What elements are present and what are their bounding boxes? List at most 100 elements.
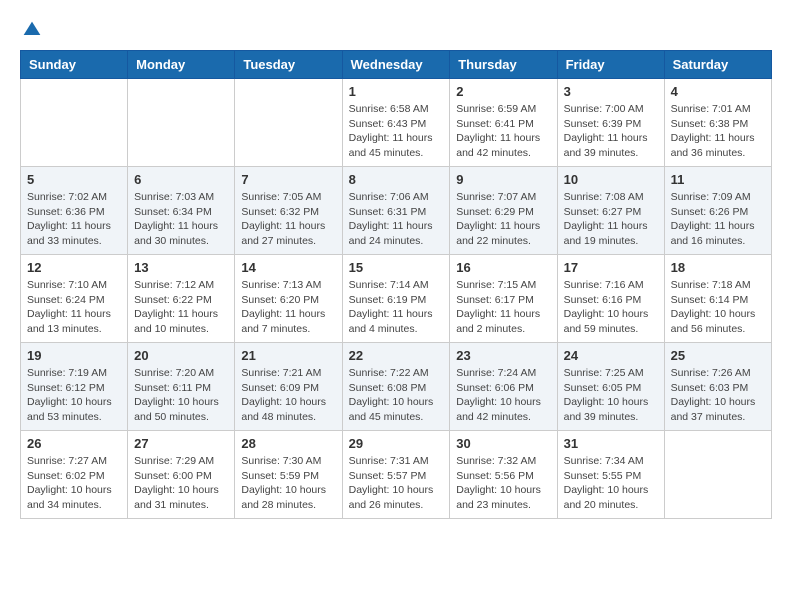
day-number: 15 bbox=[349, 260, 444, 275]
calendar-cell: 31 Sunrise: 7:34 AMSunset: 5:55 PMDayligh… bbox=[557, 431, 664, 519]
day-number: 9 bbox=[456, 172, 550, 187]
day-number: 3 bbox=[564, 84, 658, 99]
day-number: 21 bbox=[241, 348, 335, 363]
week-row-3: 12Sunrise: 7:10 AMSunset: 6:24 PMDayligh… bbox=[21, 255, 772, 343]
day-number: 30 bbox=[456, 436, 550, 451]
day-info: Sunrise: 7:24 AMSunset: 6:06 PMDaylight:… bbox=[456, 366, 550, 425]
calendar-cell: 22 Sunrise: 7:22 AMSunset: 6:08 PMDayligh… bbox=[342, 343, 450, 431]
calendar-cell: 24Sunrise: 7:25 AMSunset: 6:05 PMDayligh… bbox=[557, 343, 664, 431]
header-day-sunday: Sunday bbox=[21, 51, 128, 79]
day-number: 5 bbox=[27, 172, 121, 187]
calendar-cell bbox=[235, 79, 342, 167]
day-info: Sunrise: 6:59 AMSunset: 6:41 PMDaylight:… bbox=[456, 102, 550, 161]
calendar-cell: 12Sunrise: 7:10 AMSunset: 6:24 PMDayligh… bbox=[21, 255, 128, 343]
day-info: Sunrise: 7:32 AMSunset: 5:56 PMDaylight:… bbox=[456, 454, 550, 513]
calendar-cell: 3 Sunrise: 7:00 AMSunset: 6:39 PMDaylight… bbox=[557, 79, 664, 167]
calendar-cell: 26Sunrise: 7:27 AMSunset: 6:02 PMDayligh… bbox=[21, 431, 128, 519]
week-row-1: 1 Sunrise: 6:58 AMSunset: 6:43 PMDaylight… bbox=[21, 79, 772, 167]
day-number: 10 bbox=[564, 172, 658, 187]
day-info: Sunrise: 7:18 AMSunset: 6:14 PMDaylight:… bbox=[671, 278, 765, 337]
day-info: Sunrise: 7:07 AMSunset: 6:29 PMDaylight:… bbox=[456, 190, 550, 249]
calendar-cell: 30 Sunrise: 7:32 AMSunset: 5:56 PMDayligh… bbox=[450, 431, 557, 519]
calendar-cell: 5Sunrise: 7:02 AMSunset: 6:36 PMDaylight… bbox=[21, 167, 128, 255]
day-info: Sunrise: 7:26 AMSunset: 6:03 PMDaylight:… bbox=[671, 366, 765, 425]
day-number: 20 bbox=[134, 348, 228, 363]
day-info: Sunrise: 7:06 AMSunset: 6:31 PMDaylight:… bbox=[349, 190, 444, 249]
calendar-cell: 8 Sunrise: 7:06 AMSunset: 6:31 PMDaylight… bbox=[342, 167, 450, 255]
header-day-wednesday: Wednesday bbox=[342, 51, 450, 79]
logo bbox=[20, 20, 42, 40]
calendar-cell: 13Sunrise: 7:12 AMSunset: 6:22 PMDayligh… bbox=[128, 255, 235, 343]
day-number: 8 bbox=[349, 172, 444, 187]
calendar-cell: 18 Sunrise: 7:18 AMSunset: 6:14 PMDayligh… bbox=[664, 255, 771, 343]
day-number: 11 bbox=[671, 172, 765, 187]
calendar-cell bbox=[128, 79, 235, 167]
day-number: 16 bbox=[456, 260, 550, 275]
day-info: Sunrise: 7:01 AMSunset: 6:38 PMDaylight:… bbox=[671, 102, 765, 161]
day-info: Sunrise: 7:22 AMSunset: 6:08 PMDaylight:… bbox=[349, 366, 444, 425]
calendar-cell: 29Sunrise: 7:31 AMSunset: 5:57 PMDayligh… bbox=[342, 431, 450, 519]
calendar-cell: 6 Sunrise: 7:03 AMSunset: 6:34 PMDaylight… bbox=[128, 167, 235, 255]
day-number: 31 bbox=[564, 436, 658, 451]
header-row: SundayMondayTuesdayWednesdayThursdayFrid… bbox=[21, 51, 772, 79]
day-info: Sunrise: 7:13 AMSunset: 6:20 PMDaylight:… bbox=[241, 278, 335, 337]
day-number: 13 bbox=[134, 260, 228, 275]
day-info: Sunrise: 7:16 AMSunset: 6:16 PMDaylight:… bbox=[564, 278, 658, 337]
calendar-cell: 2 Sunrise: 6:59 AMSunset: 6:41 PMDaylight… bbox=[450, 79, 557, 167]
week-row-5: 26Sunrise: 7:27 AMSunset: 6:02 PMDayligh… bbox=[21, 431, 772, 519]
calendar-cell: 7 Sunrise: 7:05 AMSunset: 6:32 PMDaylight… bbox=[235, 167, 342, 255]
week-row-4: 19 Sunrise: 7:19 AMSunset: 6:12 PMDayligh… bbox=[21, 343, 772, 431]
day-info: Sunrise: 7:29 AMSunset: 6:00 PMDaylight:… bbox=[134, 454, 228, 513]
calendar-cell: 16 Sunrise: 7:15 AMSunset: 6:17 PMDayligh… bbox=[450, 255, 557, 343]
day-number: 27 bbox=[134, 436, 228, 451]
header-day-thursday: Thursday bbox=[450, 51, 557, 79]
calendar-cell: 23 Sunrise: 7:24 AMSunset: 6:06 PMDayligh… bbox=[450, 343, 557, 431]
day-info: Sunrise: 7:20 AMSunset: 6:11 PMDaylight:… bbox=[134, 366, 228, 425]
header-day-saturday: Saturday bbox=[664, 51, 771, 79]
day-number: 23 bbox=[456, 348, 550, 363]
day-number: 2 bbox=[456, 84, 550, 99]
day-number: 6 bbox=[134, 172, 228, 187]
day-number: 29 bbox=[349, 436, 444, 451]
day-info: Sunrise: 7:34 AMSunset: 5:55 PMDaylight:… bbox=[564, 454, 658, 513]
day-number: 4 bbox=[671, 84, 765, 99]
day-info: Sunrise: 7:21 AMSunset: 6:09 PMDaylight:… bbox=[241, 366, 335, 425]
day-number: 22 bbox=[349, 348, 444, 363]
day-number: 26 bbox=[27, 436, 121, 451]
day-number: 7 bbox=[241, 172, 335, 187]
calendar-cell: 4 Sunrise: 7:01 AMSunset: 6:38 PMDaylight… bbox=[664, 79, 771, 167]
header-day-tuesday: Tuesday bbox=[235, 51, 342, 79]
day-info: Sunrise: 7:09 AMSunset: 6:26 PMDaylight:… bbox=[671, 190, 765, 249]
day-info: Sunrise: 7:30 AMSunset: 5:59 PMDaylight:… bbox=[241, 454, 335, 513]
day-info: Sunrise: 6:58 AMSunset: 6:43 PMDaylight:… bbox=[349, 102, 444, 161]
day-number: 1 bbox=[349, 84, 444, 99]
day-info: Sunrise: 7:10 AMSunset: 6:24 PMDaylight:… bbox=[27, 278, 121, 337]
calendar-cell: 10Sunrise: 7:08 AMSunset: 6:27 PMDayligh… bbox=[557, 167, 664, 255]
day-number: 14 bbox=[241, 260, 335, 275]
calendar-cell bbox=[21, 79, 128, 167]
calendar-cell: 20 Sunrise: 7:20 AMSunset: 6:11 PMDayligh… bbox=[128, 343, 235, 431]
day-info: Sunrise: 7:19 AMSunset: 6:12 PMDaylight:… bbox=[27, 366, 121, 425]
day-info: Sunrise: 7:15 AMSunset: 6:17 PMDaylight:… bbox=[456, 278, 550, 337]
day-info: Sunrise: 7:03 AMSunset: 6:34 PMDaylight:… bbox=[134, 190, 228, 249]
day-info: Sunrise: 7:14 AMSunset: 6:19 PMDaylight:… bbox=[349, 278, 444, 337]
calendar-cell: 11 Sunrise: 7:09 AMSunset: 6:26 PMDayligh… bbox=[664, 167, 771, 255]
calendar-cell bbox=[664, 431, 771, 519]
day-info: Sunrise: 7:05 AMSunset: 6:32 PMDaylight:… bbox=[241, 190, 335, 249]
calendar-cell: 27 Sunrise: 7:29 AMSunset: 6:00 PMDayligh… bbox=[128, 431, 235, 519]
header-day-monday: Monday bbox=[128, 51, 235, 79]
calendar-table: SundayMondayTuesdayWednesdayThursdayFrid… bbox=[20, 50, 772, 519]
page-header bbox=[20, 20, 772, 40]
day-number: 18 bbox=[671, 260, 765, 275]
calendar-cell: 19 Sunrise: 7:19 AMSunset: 6:12 PMDayligh… bbox=[21, 343, 128, 431]
calendar-cell: 25 Sunrise: 7:26 AMSunset: 6:03 PMDayligh… bbox=[664, 343, 771, 431]
calendar-cell: 28Sunrise: 7:30 AMSunset: 5:59 PMDayligh… bbox=[235, 431, 342, 519]
logo-icon bbox=[22, 20, 42, 40]
day-number: 25 bbox=[671, 348, 765, 363]
day-info: Sunrise: 7:00 AMSunset: 6:39 PMDaylight:… bbox=[564, 102, 658, 161]
day-number: 19 bbox=[27, 348, 121, 363]
calendar-cell: 1 Sunrise: 6:58 AMSunset: 6:43 PMDaylight… bbox=[342, 79, 450, 167]
calendar-cell: 17Sunrise: 7:16 AMSunset: 6:16 PMDayligh… bbox=[557, 255, 664, 343]
calendar-cell: 21 Sunrise: 7:21 AMSunset: 6:09 PMDayligh… bbox=[235, 343, 342, 431]
calendar-cell: 14 Sunrise: 7:13 AMSunset: 6:20 PMDayligh… bbox=[235, 255, 342, 343]
